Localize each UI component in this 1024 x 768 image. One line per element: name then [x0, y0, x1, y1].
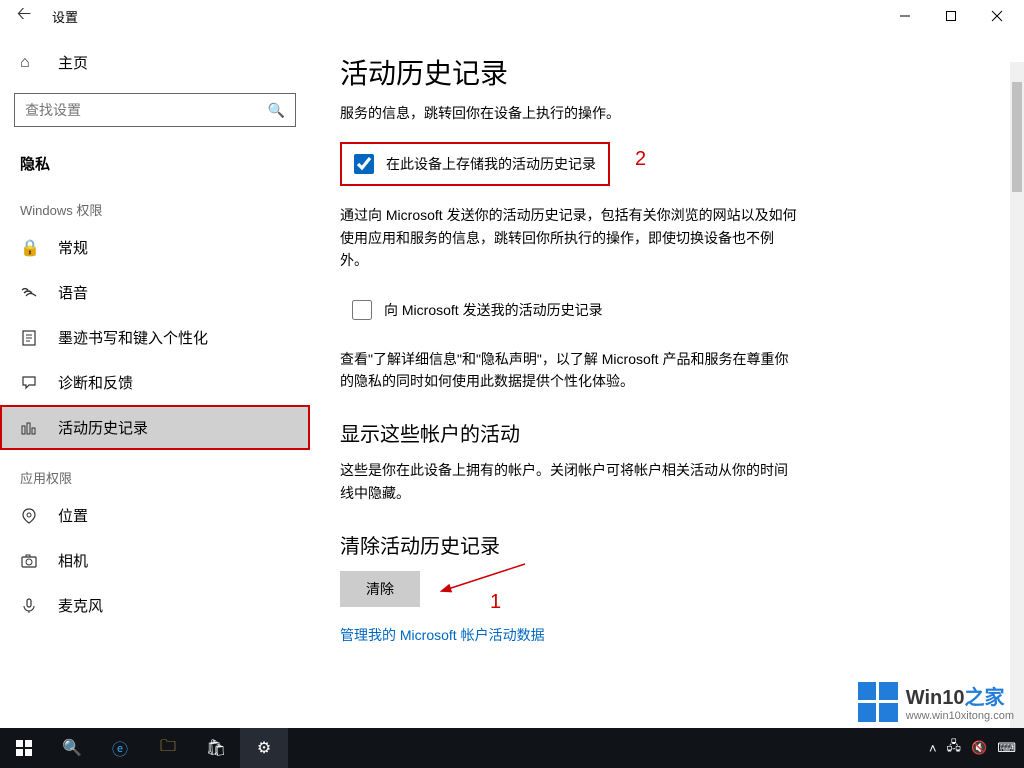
search-icon: 🔍: [268, 102, 285, 119]
back-button[interactable]: 🡠: [4, 1, 44, 31]
section-privacy: 隐私: [0, 145, 310, 182]
desc-3: 查看"了解详细信息"和"隐私声明"，以了解 Microsoft 产品和服务在尊重…: [340, 348, 800, 393]
sidebar-item-label: 麦克风: [58, 595, 103, 616]
checkbox-send-microsoft[interactable]: 向 Microsoft 发送我的活动历史记录: [340, 290, 640, 330]
checkbox-store-history-label: 在此设备上存储我的活动历史记录: [386, 154, 596, 174]
watermark-brand-a: Win10: [906, 687, 965, 709]
ime-icon[interactable]: ⌨: [997, 740, 1016, 756]
sidebar-item-label: 活动历史记录: [58, 417, 148, 438]
taskbar-search-icon[interactable]: 🔍: [48, 728, 96, 768]
minimize-button[interactable]: [882, 0, 928, 32]
home-nav[interactable]: ⌂ 主页: [0, 42, 310, 83]
home-icon: ⌂: [20, 54, 40, 72]
sidebar-item-inking[interactable]: 墨迹书写和键入个性化: [0, 315, 310, 360]
chevron-up-icon[interactable]: ˄: [929, 741, 937, 756]
sidebar-item-label: 相机: [58, 550, 88, 571]
manage-account-link[interactable]: 管理我的 Microsoft 帐户活动数据: [340, 625, 545, 645]
sidebar-item-camera[interactable]: 相机: [0, 538, 310, 583]
mic-icon: [20, 597, 40, 615]
sidebar-item-microphone[interactable]: 麦克风: [0, 583, 310, 628]
titlebar: 🡠 设置: [0, 0, 1024, 32]
section-show-accounts-heading: 显示这些帐户的活动: [340, 418, 994, 447]
search-box[interactable]: 🔍: [14, 93, 296, 127]
scrollbar-thumb[interactable]: [1012, 82, 1022, 192]
search-input[interactable]: [25, 102, 268, 118]
section-show-accounts-desc: 这些是你在此设备上拥有的帐户。关闭帐户可将帐户相关活动从你的时间线中隐藏。: [340, 459, 800, 504]
sidebar-item-speech[interactable]: 语音: [0, 270, 310, 315]
checkbox-store-history-input[interactable]: [354, 154, 374, 174]
desc-2: 通过向 Microsoft 发送你的活动历史记录，包括有关你浏览的网站以及如何使…: [340, 204, 800, 271]
system-tray[interactable]: ˄ 🖧 🔇 ⌨: [929, 737, 1024, 759]
taskbar: 🔍 ⓔ 🗀 🛍 ⚙ ˄ 🖧 🔇 ⌨: [0, 728, 1024, 768]
sidebar-item-label: 常规: [58, 237, 88, 258]
taskbar-store-icon[interactable]: 🛍: [192, 728, 240, 768]
checkbox-send-microsoft-label: 向 Microsoft 发送我的活动历史记录: [384, 300, 603, 320]
clear-button[interactable]: 清除: [340, 571, 420, 607]
sidebar-item-label: 墨迹书写和键入个性化: [58, 327, 208, 348]
section-clear-heading: 清除活动历史记录: [340, 530, 994, 559]
annotation-arrow-1: [440, 559, 530, 609]
annotation-1: 1: [490, 591, 501, 614]
scrollbar[interactable]: [1010, 62, 1024, 728]
taskbar-explorer-icon[interactable]: 🗀: [144, 728, 192, 768]
watermark: Win10之家 www.win10xitong.com: [858, 681, 1014, 722]
camera-icon: [20, 552, 40, 570]
desc-1: 服务的信息，跳转回你在设备上执行的操作。: [340, 102, 800, 124]
start-button[interactable]: [0, 728, 48, 768]
maximize-button[interactable]: [928, 0, 974, 32]
feedback-icon: [20, 374, 40, 392]
sidebar-item-label: 语音: [58, 282, 88, 303]
sidebar-item-label: 位置: [58, 505, 88, 526]
sidebar: ⌂ 主页 🔍 隐私 Windows 权限 🔒 常规 语音 墨迹书写和键入个性化: [0, 32, 310, 768]
sidebar-item-general[interactable]: 🔒 常规: [0, 225, 310, 270]
ink-icon: [20, 329, 40, 347]
sidebar-item-label: 诊断和反馈: [58, 372, 133, 393]
annotation-2: 2: [635, 148, 646, 171]
watermark-url: www.win10xitong.com: [906, 710, 1014, 722]
group-windows-permissions: Windows 权限: [0, 182, 310, 225]
group-app-permissions: 应用权限: [0, 450, 310, 493]
lock-icon: 🔒: [20, 238, 40, 258]
content-area: 活动历史记录 服务的信息，跳转回你在设备上执行的操作。 在此设备上存储我的活动历…: [310, 32, 1024, 768]
close-button[interactable]: [974, 0, 1020, 32]
taskbar-settings-icon[interactable]: ⚙: [240, 728, 288, 768]
watermark-brand-b: 之家: [965, 687, 1005, 709]
network-icon[interactable]: 🖧: [947, 737, 962, 759]
sidebar-item-activity-history[interactable]: 活动历史记录: [0, 405, 310, 450]
page-title: 活动历史记录: [340, 52, 994, 92]
history-icon: [20, 419, 40, 437]
window-title: 设置: [52, 7, 78, 26]
sidebar-item-feedback[interactable]: 诊断和反馈: [0, 360, 310, 405]
windows-logo-icon: [858, 682, 898, 722]
home-label: 主页: [58, 52, 88, 73]
speech-icon: [20, 284, 40, 302]
location-icon: [20, 507, 40, 525]
sidebar-item-location[interactable]: 位置: [0, 493, 310, 538]
checkbox-store-history[interactable]: 在此设备上存储我的活动历史记录: [340, 142, 610, 186]
checkbox-send-microsoft-input[interactable]: [352, 300, 372, 320]
volume-mute-icon[interactable]: 🔇: [971, 740, 987, 756]
taskbar-edge-icon[interactable]: ⓔ: [96, 728, 144, 768]
